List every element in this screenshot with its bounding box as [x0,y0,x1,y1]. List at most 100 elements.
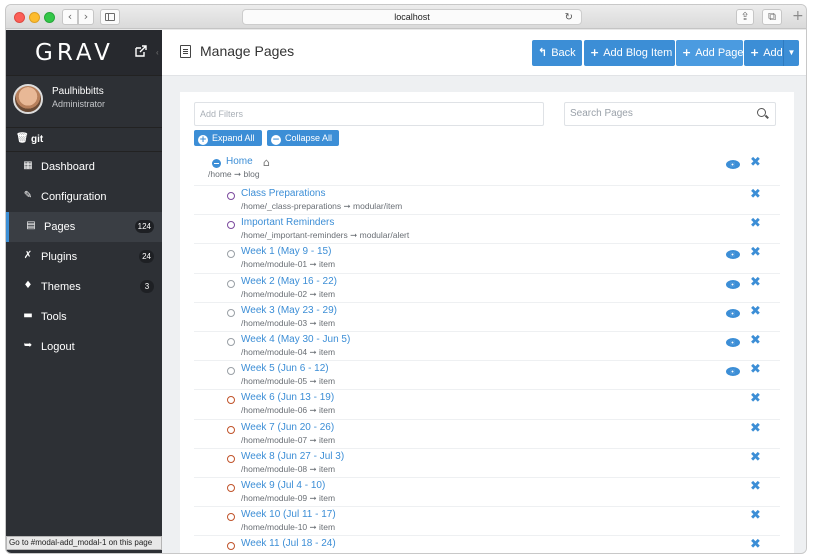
delete-icon[interactable]: ✖ [750,450,761,465]
page-row[interactable]: Class Preparations/home/_class-preparati… [194,185,780,214]
delete-icon[interactable]: ✖ [750,537,761,552]
delete-icon[interactable]: ✖ [750,333,761,348]
expand-all-button[interactable]: + Expand All [194,130,262,146]
new-tab-button[interactable]: + [792,8,804,24]
browser-window: ‹ › localhost ↻ ⇪ ⧉ + GRAV ‹ Paulhibbitt… [6,5,806,553]
delete-icon[interactable]: ✖ [750,187,761,202]
page-row[interactable]: Week 6 (Jun 13 - 19) /home/module-06 ➞ it… [194,389,780,418]
page-status-icon [227,308,235,317]
delete-icon[interactable]: ✖ [750,155,761,170]
page-title-link[interactable]: Week 11 (Jul 18 - 24) [241,538,336,549]
delete-icon[interactable]: ✖ [750,479,761,494]
sidebar-item-logout[interactable]: ➥ Logout [6,332,162,362]
logo-bar: GRAV ‹ [6,30,162,76]
page-row[interactable]: Week 1 (May 9 - 15) /home/module-01 ➞ ite… [194,243,780,272]
page-row[interactable]: Week 4 (May 30 - Jun 5)/home/module-04 ➞… [194,330,780,360]
back-button[interactable]: ↰ Back [532,40,582,66]
close-window-button[interactable] [14,12,25,23]
external-link-icon[interactable] [134,44,148,58]
page-row[interactable]: Important Reminders/home/_important-remi… [194,214,780,243]
add-page-button[interactable]: + Add Page [676,40,744,66]
collapse-all-button[interactable]: − Collapse All [267,130,339,146]
sidebar-item-pages[interactable]: ▤ Pages 124 [6,212,162,242]
page-status-icon [227,192,235,200]
eye-icon[interactable] [726,367,740,377]
page-row[interactable]: Week 3 (May 23 - 29)/home/module-03 ➞ it… [194,301,780,331]
page-row-home[interactable]: Home ⌂ /home ➞ blog ✖ [194,154,780,185]
page-title-link[interactable]: Week 6 (Jun 13 - 19) [241,392,334,403]
user-name[interactable]: Paulhibbitts [52,86,104,97]
page-title-link[interactable]: Week 1 (May 9 - 15) [241,246,331,257]
page-route: /home/module-08 ➞ item [241,463,336,474]
eye-icon[interactable] [726,250,740,260]
avatar[interactable] [13,84,43,114]
add-blog-item-button[interactable]: + Add Blog Item [584,40,675,66]
browser-forward-button[interactable]: › [78,9,94,25]
caret-down-icon[interactable]: ▼ [783,40,799,66]
filter-input[interactable]: Add Filters [194,102,544,126]
page-status-icon [227,367,235,376]
eye-icon[interactable] [726,308,740,318]
browser-sidebar-toggle[interactable] [100,9,120,25]
share-button[interactable]: ⇪ [736,9,754,25]
page-row[interactable]: Week 8 (Jun 27 - Jul 3)/home/module-08 ➞… [194,447,780,477]
page-route: /home/module-09 ➞ item [241,492,336,503]
page-title-link[interactable]: Week 7 (Jun 20 - 26) [241,422,334,433]
sidebar-item-label: Themes [41,281,81,293]
page-row[interactable]: Week 9 (Jul 4 - 10)/home/module-09 ➞ ite… [194,476,780,506]
minimize-window-button[interactable] [29,12,40,23]
sidebar-item-label: Configuration [41,191,107,203]
browser-back-button[interactable]: ‹ [62,9,78,25]
page-title-link[interactable]: Week 2 (May 16 - 22) [241,276,337,287]
sidebar-nav: ▦ Dashboard ✎ Configuration ▤ Pages 124 ✗ Plugin… [6,152,162,362]
delete-icon[interactable]: ✖ [750,391,761,406]
sidebar-item-configuration[interactable]: ✎ Configuration [6,182,162,212]
page-title-link[interactable]: Week 8 (Jun 27 - Jul 3) [241,451,344,462]
page-row[interactable]: Week 5 (Jun 6 - 12) /home/module-05 ➞ ite… [194,360,780,389]
file-text-icon [180,45,191,58]
delete-icon[interactable]: ✖ [750,304,761,319]
page-title-link[interactable]: Important Reminders [241,217,334,228]
sidebar-item-themes[interactable]: ♦ Themes 3 [6,272,162,302]
plus-icon: + [590,46,600,59]
zoom-window-button[interactable] [44,12,55,23]
add-dropdown-button[interactable]: + Add ▼ [744,40,799,66]
page-row[interactable]: Week 2 (May 16 - 22)/home/module-02 ➞ it… [194,272,780,302]
page-route: /home/module-05 ➞ item [241,376,336,387]
sidebar-item-dashboard[interactable]: ▦ Dashboard [6,152,162,182]
page-status-icon [227,454,235,463]
collapse-toggle-icon[interactable] [212,159,221,168]
grav-logo[interactable]: GRAV [35,40,114,66]
page-title-link[interactable]: Week 10 (Jul 11 - 17) [241,509,336,520]
sidebar-item-tools[interactable]: ▬ Tools [6,302,162,332]
user-profile[interactable]: Paulhibbitts Administrator [6,76,162,128]
page-row[interactable]: Week 7 (Jun 20 - 26)/home/module-07 ➞ it… [194,418,780,448]
page-title-link[interactable]: Week 3 (May 23 - 29) [241,305,337,316]
page-title-link[interactable]: Week 4 (May 30 - Jun 5) [241,334,350,345]
sidebar-item-plugins[interactable]: ✗ Plugins 24 [6,242,162,272]
page-row[interactable]: Week 11 (Jul 18 - 24) ✖ [194,535,780,553]
page-row[interactable]: Week 10 (Jul 11 - 17) /home/module-10 ➞ i… [194,506,780,535]
delete-icon[interactable]: ✖ [750,421,761,436]
eye-icon[interactable] [726,337,740,347]
count-badge: 124 [134,220,154,233]
page-title-link[interactable]: Week 9 (Jul 4 - 10) [241,480,325,491]
search-icon[interactable] [757,108,766,117]
search-input[interactable]: Search Pages [564,102,776,126]
reload-icon[interactable]: ↻ [565,10,573,25]
show-tabs-button[interactable]: ⧉ [762,9,782,25]
git-sync-item[interactable]: 🗑 git [6,128,162,152]
page-title-link[interactable]: Week 5 (Jun 6 - 12) [241,363,329,374]
delete-icon[interactable]: ✖ [750,245,761,260]
eye-icon[interactable] [726,160,740,169]
address-bar[interactable]: localhost ↻ [242,9,582,25]
delete-icon[interactable]: ✖ [750,508,761,523]
page-header: Manage Pages ↰ Back + Add Blog Item + Add P… [162,30,806,76]
page-title-link[interactable]: Class Preparations [241,188,325,199]
th-icon: ▦ [23,160,33,171]
delete-icon[interactable]: ✖ [750,362,761,377]
delete-icon[interactable]: ✖ [750,216,761,231]
page-title-home[interactable]: Home [226,156,253,167]
eye-icon[interactable] [726,279,740,289]
delete-icon[interactable]: ✖ [750,275,761,290]
